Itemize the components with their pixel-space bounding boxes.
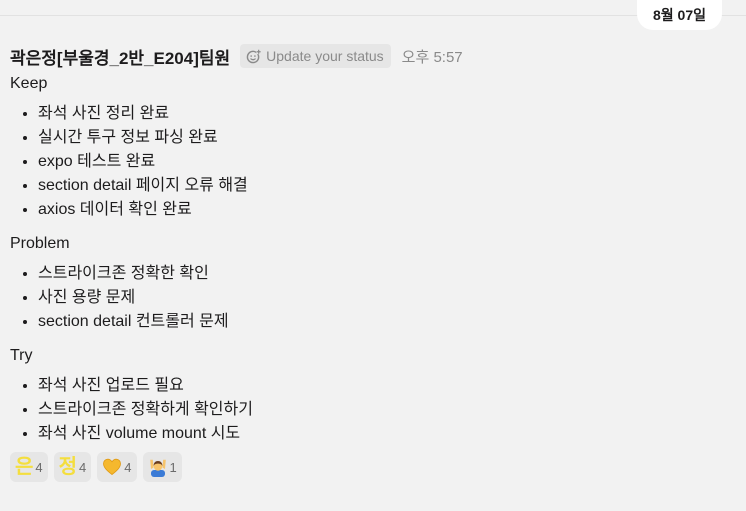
list-item: expo 테스트 완료 [38, 150, 736, 174]
person-raising-hands-icon [148, 457, 168, 477]
list-item: section detail 컨트롤러 문제 [38, 310, 736, 334]
yellow-heart-icon [102, 457, 122, 477]
smiley-add-icon [246, 48, 262, 64]
reaction-count: 4 [35, 459, 43, 475]
section-title-try: Try [10, 347, 33, 364]
problem-list: 스트라이크존 정확한 확인 사진 용량 문제 section detail 컨트… [10, 262, 736, 334]
list-item: axios 데이터 확인 완료 [38, 198, 736, 222]
sender-name[interactable]: 곽은정[부울경_2반_E204]팀원 [10, 44, 230, 69]
eun-emoji-icon: 은 [15, 456, 34, 478]
list-item: section detail 페이지 오류 해결 [38, 174, 736, 198]
message-body: Keep 좌석 사진 정리 완료 실시간 투구 정보 파싱 완료 expo 테스… [10, 72, 736, 446]
update-status-label: Update your status [266, 48, 384, 64]
jeong-emoji-icon: 정 [58, 456, 78, 478]
message-timestamp[interactable]: 오후 5:57 [402, 46, 463, 67]
reaction-count: 1 [169, 459, 177, 475]
reactions-bar: 은 4 정 4 4 1 [10, 452, 736, 482]
keep-list: 좌석 사진 정리 완료 실시간 투구 정보 파싱 완료 expo 테스트 완료 … [10, 102, 736, 222]
reaction-raising-hands[interactable]: 1 [142, 452, 182, 482]
date-divider-line [0, 15, 746, 16]
reaction-count: 4 [124, 459, 132, 475]
message: 곽은정[부울경_2반_E204]팀원 Update your status 오후… [10, 42, 736, 482]
section-title-keep: Keep [10, 75, 48, 92]
try-list: 좌석 사진 업로드 필요 스트라이크존 정확하게 확인하기 좌석 사진 volu… [10, 374, 736, 446]
message-header: 곽은정[부울경_2반_E204]팀원 Update your status 오후… [10, 42, 736, 70]
reaction-jeong[interactable]: 정 4 [53, 452, 92, 482]
list-item: 스트라이크존 정확한 확인 [38, 262, 736, 286]
date-divider-label[interactable]: 8월 07일 [636, 0, 722, 30]
reaction-count: 4 [79, 459, 87, 475]
list-item: 스트라이크존 정확하게 확인하기 [38, 398, 736, 422]
update-status-button[interactable]: Update your status [240, 44, 391, 68]
reaction-yellow-heart[interactable]: 4 [97, 452, 137, 482]
section-title-problem: Problem [10, 235, 70, 252]
list-item: 사진 용량 문제 [38, 286, 736, 310]
reaction-eun[interactable]: 은 4 [10, 452, 48, 482]
list-item: 좌석 사진 정리 완료 [38, 102, 736, 126]
list-item: 좌석 사진 volume mount 시도 [38, 422, 736, 446]
list-item: 실시간 투구 정보 파싱 완료 [38, 126, 736, 150]
list-item: 좌석 사진 업로드 필요 [38, 374, 736, 398]
